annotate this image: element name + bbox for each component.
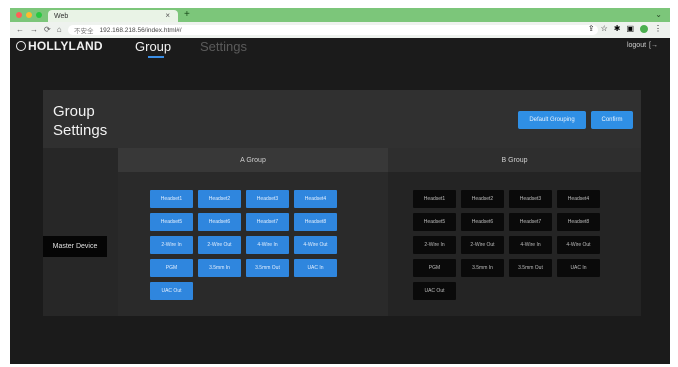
a-device-chip[interactable]: 4-Wire In bbox=[246, 236, 289, 254]
reload-icon[interactable]: ⟳ bbox=[44, 25, 51, 34]
a-device-chip[interactable]: Headset2 bbox=[198, 190, 241, 208]
a-device-chip[interactable]: UAC In bbox=[294, 259, 337, 277]
a-device-chip[interactable]: Headset5 bbox=[150, 213, 193, 231]
b-device-chip[interactable]: UAC Out bbox=[413, 282, 456, 300]
url-text: 192.168.218.56/index.html#/ bbox=[99, 26, 182, 34]
a-device-chip[interactable]: PGM bbox=[150, 259, 193, 277]
group-settings-panel: Group Settings Default Grouping Confirm … bbox=[43, 90, 641, 316]
b-device-chip[interactable]: 2-Wire In bbox=[413, 236, 456, 254]
b-device-chip[interactable]: Headset3 bbox=[509, 190, 552, 208]
bookmark-star-icon[interactable]: ☆ bbox=[601, 24, 608, 33]
a-device-chip[interactable]: Headset6 bbox=[198, 213, 241, 231]
tab-close-icon[interactable]: × bbox=[165, 11, 170, 20]
b-device-chip[interactable]: 2-Wire Out bbox=[461, 236, 504, 254]
a-device-chip[interactable]: Headset3 bbox=[246, 190, 289, 208]
window-controls bbox=[16, 12, 42, 18]
b-device-chip[interactable]: 3.5mm Out bbox=[509, 259, 552, 277]
b-group-section: B Group Headset1 Headset2 Headset3 Heads… bbox=[388, 148, 641, 316]
a-device-chip[interactable]: 2-Wire In bbox=[150, 236, 193, 254]
hollyland-logo: HOLLYLAND bbox=[16, 39, 103, 53]
browser-window: Web × + ⌄ ← → ⟳ ⌂ 不安全 192.168.218.56/ind… bbox=[10, 8, 670, 364]
a-device-chip[interactable]: 2-Wire Out bbox=[198, 236, 241, 254]
b-device-chip[interactable]: Headset4 bbox=[557, 190, 600, 208]
b-group-devices: Headset1 Headset2 Headset3 Headset4 Head… bbox=[413, 190, 613, 300]
b-device-chip[interactable]: 4-Wire In bbox=[509, 236, 552, 254]
b-device-chip[interactable]: Headset6 bbox=[461, 213, 504, 231]
profile-avatar-icon[interactable] bbox=[640, 24, 648, 33]
extension-puzzle-icon[interactable]: ✱ bbox=[614, 24, 621, 33]
maximize-window-icon[interactable] bbox=[36, 12, 42, 18]
a-group-devices: Headset1 Headset2 Headset3 Headset4 Head… bbox=[150, 190, 350, 300]
b-device-chip[interactable]: Headset5 bbox=[413, 213, 456, 231]
logo-mark-icon bbox=[16, 41, 26, 51]
b-device-chip[interactable]: UAC In bbox=[557, 259, 600, 277]
a-device-chip[interactable]: UAC Out bbox=[150, 282, 193, 300]
active-tab-indicator bbox=[148, 56, 164, 58]
logout-button[interactable]: logout [→ bbox=[627, 42, 658, 49]
share-icon[interactable]: ⇪ bbox=[588, 24, 595, 33]
address-bar[interactable]: 不安全 192.168.218.56/index.html#/ bbox=[68, 25, 598, 35]
logout-label: logout bbox=[626, 42, 647, 49]
app-header bbox=[10, 38, 670, 84]
b-device-chip[interactable]: 4-Wire Out bbox=[557, 236, 600, 254]
back-icon[interactable]: ← bbox=[16, 25, 24, 34]
device-role-column: Master Device bbox=[43, 148, 118, 316]
panel-header: Group Settings Default Grouping Confirm bbox=[43, 90, 641, 148]
security-label: 不安全 bbox=[74, 28, 94, 35]
close-window-icon[interactable] bbox=[16, 12, 22, 18]
a-device-chip[interactable]: Headset4 bbox=[294, 190, 337, 208]
menu-dots-icon[interactable]: ⋮ bbox=[654, 24, 662, 33]
page-title: Group Settings bbox=[53, 103, 108, 139]
logo-text: HOLLYLAND bbox=[28, 39, 103, 53]
default-grouping-button[interactable]: Default Grouping bbox=[518, 111, 586, 129]
sidebar-icon[interactable]: ▣ bbox=[626, 24, 634, 33]
tab-settings[interactable]: Settings bbox=[200, 39, 247, 54]
b-group-title: B Group bbox=[388, 148, 641, 172]
a-device-chip[interactable]: 3.5mm Out bbox=[246, 259, 289, 277]
browser-nav: ← → ⟳ ⌂ bbox=[16, 25, 62, 34]
a-device-chip[interactable]: Headset7 bbox=[246, 213, 289, 231]
minimize-window-icon[interactable] bbox=[26, 12, 32, 18]
a-device-chip[interactable]: 3.5mm In bbox=[198, 259, 241, 277]
a-group-section: A Group Headset1 Headset2 Headset3 Heads… bbox=[118, 148, 388, 316]
b-device-chip[interactable]: Headset1 bbox=[413, 190, 456, 208]
b-device-chip[interactable]: Headset8 bbox=[557, 213, 600, 231]
logout-icon: [→ bbox=[649, 42, 658, 49]
browser-tab-bar: Web × + ⌄ bbox=[10, 8, 670, 22]
b-device-chip[interactable]: PGM bbox=[413, 259, 456, 277]
confirm-button[interactable]: Confirm bbox=[591, 111, 633, 129]
tab-title: Web bbox=[54, 12, 69, 20]
a-group-title: A Group bbox=[118, 148, 388, 172]
browser-tab[interactable]: Web × bbox=[48, 10, 178, 22]
a-device-chip[interactable]: Headset8 bbox=[294, 213, 337, 231]
b-device-chip[interactable]: 3.5mm In bbox=[461, 259, 504, 277]
browser-toolbar: ← → ⟳ ⌂ 不安全 192.168.218.56/index.html#/ … bbox=[10, 22, 670, 39]
master-device-label: Master Device bbox=[43, 236, 107, 257]
browser-extensions: ⇪ ☆ ✱ ▣ ⋮ bbox=[588, 24, 662, 33]
tab-list-icon[interactable]: ⌄ bbox=[655, 10, 662, 19]
forward-icon[interactable]: → bbox=[30, 25, 38, 34]
a-device-chip[interactable]: Headset1 bbox=[150, 190, 193, 208]
tab-group[interactable]: Group bbox=[135, 39, 171, 54]
b-device-chip[interactable]: Headset7 bbox=[509, 213, 552, 231]
home-icon[interactable]: ⌂ bbox=[57, 25, 62, 34]
new-tab-icon[interactable]: + bbox=[184, 9, 190, 20]
a-device-chip[interactable]: 4-Wire Out bbox=[294, 236, 337, 254]
b-device-chip[interactable]: Headset2 bbox=[461, 190, 504, 208]
